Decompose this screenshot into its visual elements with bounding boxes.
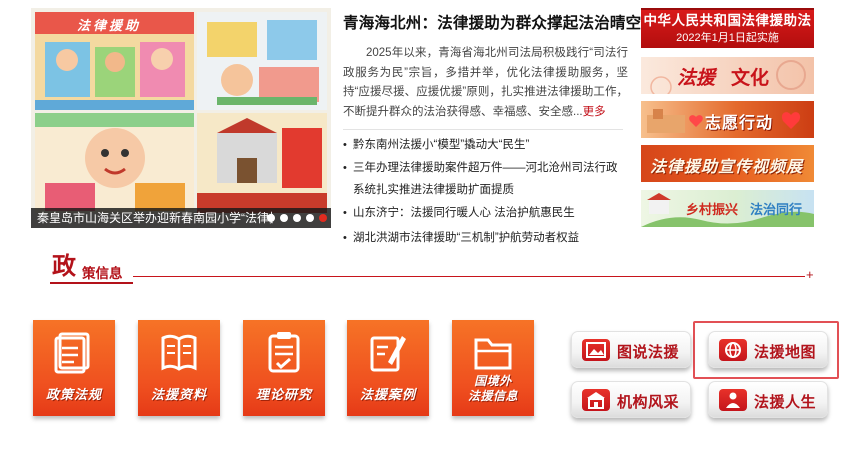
category-overseas-legal-aid[interactable]: 国境外 法援信息 [452, 320, 534, 416]
headline-title[interactable]: 青海海北州：法律援助为群众撑起法治晴空 [343, 14, 641, 34]
slide-caption-text[interactable]: 秦皇岛市山海关区举办迎新春南园小学“法律援助” [37, 208, 273, 228]
law-banner-date: 2022年1月1日起实施 [676, 32, 779, 44]
news-item[interactable]: 湖北洪湖市法律援助“三机制”护航劳动者权益 [343, 227, 628, 249]
globe-icon [719, 339, 747, 361]
clipboard-check-icon [264, 330, 304, 374]
category-legal-aid-cases[interactable]: 法援案例 [347, 320, 429, 416]
video-banner-text: 法律援助宣传视频展播 [650, 159, 804, 176]
button-label: 法援地图 [754, 344, 817, 361]
headline-news: 青海海北州：法律援助为群众撑起法治晴空 2025年以来，青海省海北州司法局积极践… [343, 14, 641, 122]
slide-dot-3[interactable] [293, 214, 301, 222]
category-label: 法援案例 [359, 387, 416, 402]
category-legal-aid-materials[interactable]: 法援资料 [138, 320, 220, 416]
slide-caption-bar[interactable]: 秦皇岛市山海关区举办迎新春南园小学“法律援助” [31, 208, 331, 228]
legal-aid-map-button[interactable]: 法援地图 [708, 331, 828, 368]
button-label: 机构风采 [617, 394, 680, 411]
category-label: 政策法规 [45, 387, 102, 402]
button-label: 法援人生 [754, 394, 817, 411]
volunteer-banner-text: 志愿行动 [705, 115, 774, 132]
section-title-underline [50, 282, 133, 284]
category-label-line1: 国境外 [474, 374, 512, 388]
category-label-line2: 法援信息 [467, 389, 518, 403]
more-link[interactable]: 更多 [583, 106, 606, 118]
institution-showcase-button[interactable]: 机构风采 [571, 381, 691, 418]
news-item[interactable]: 山东济宁：法援同行暖人心 法治护航惠民生 [343, 202, 628, 224]
rural-revitalization-banner[interactable]: 乡村振兴 法治同行 [641, 190, 814, 227]
slide-image-children-drawing-1: 法律援助 [35, 12, 194, 110]
section-divider-line [133, 276, 805, 277]
folder-icon [473, 330, 513, 374]
picture-legal-aid-button[interactable]: 图说法援 [571, 331, 691, 368]
category-label: 国境外 法援信息 [452, 374, 534, 404]
rural-banner-text-2: 法治同行 [750, 202, 803, 217]
image-slideshow[interactable]: 法律援助 秦皇岛市山海关区举办迎新春南园小学“法律援助” [31, 8, 331, 228]
news-item[interactable]: 黔东南州法援小“模型”撬动大“民生” [343, 134, 628, 156]
category-label: 理论研究 [255, 387, 312, 402]
law-banner-title: 中华人民共和国法律援助法 [643, 13, 812, 28]
category-policy-regulations[interactable]: 政策法规 [33, 320, 115, 416]
culture-banner-decoration [650, 60, 806, 94]
document-stack-icon [54, 330, 94, 374]
slide-image-children-drawing-2 [197, 12, 327, 110]
volunteer-action-banner[interactable]: 志愿行动 [641, 101, 814, 138]
headline-summary: 2025年以来，青海省海北州司法局积极践行“司法行政服务为民”宗旨，多措并举，优… [343, 44, 628, 122]
section-title-small: 策信息 [82, 266, 123, 281]
building-icon [582, 389, 610, 411]
section-more-button[interactable]: + [806, 267, 814, 282]
slide-indicator [267, 214, 327, 222]
button-label: 图说法援 [617, 344, 680, 361]
news-item[interactable]: 三年办理法律援助案件超万件——河北沧州司法行政系统扎实推进法律援助扩面提质 [343, 157, 628, 201]
culture-banner-small: 文化 [731, 68, 770, 89]
news-divider [343, 129, 623, 130]
slide-image-children-drawing-3 [35, 113, 194, 213]
person-icon [719, 389, 747, 411]
poster-title: 法律援助 [77, 18, 142, 33]
legal-aid-culture-banner[interactable]: 法援 文化 [641, 57, 814, 94]
slide-dot-2[interactable] [280, 214, 288, 222]
slide-dot-1[interactable] [267, 214, 275, 222]
legal-aid-life-button[interactable]: 法援人生 [708, 381, 828, 418]
news-list: 黔东南州法援小“模型”撬动大“民生” 三年办理法律援助案件超万件——河北沧州司法… [343, 131, 628, 249]
category-theory-research[interactable]: 理论研究 [243, 320, 325, 416]
slide-dot-5-active[interactable] [319, 214, 327, 222]
promo-video-banner[interactable]: 法律援助宣传视频展播 [641, 145, 814, 182]
edit-note-icon [368, 330, 408, 374]
legal-aid-law-banner[interactable]: 中华人民共和国法律援助法 2022年1月1日起实施 [641, 8, 814, 48]
section-title-big: 政 [52, 254, 76, 280]
category-label: 法援资料 [150, 387, 207, 402]
slide-dot-4[interactable] [306, 214, 314, 222]
picture-icon [582, 339, 610, 361]
policy-info-section-header: 政 策信息 + [50, 253, 820, 284]
slide-image-children-drawing-4 [197, 113, 327, 213]
book-icon [159, 330, 199, 374]
culture-banner-big: 法援 [677, 68, 716, 89]
